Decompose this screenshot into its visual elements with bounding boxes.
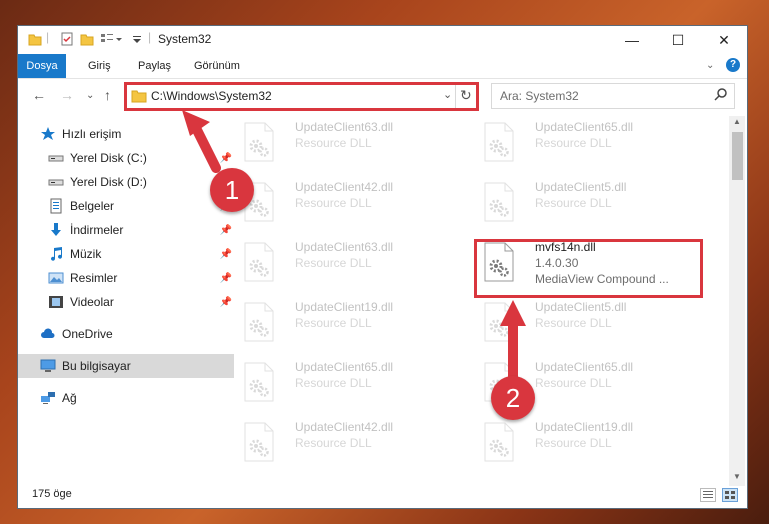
arrow-1-shaft — [191, 123, 221, 173]
annotation-arrows — [182, 110, 526, 383]
step-2-badge: 2 — [491, 376, 535, 420]
arrow-2-head — [500, 300, 526, 326]
step-1-badge: 1 — [210, 168, 254, 212]
